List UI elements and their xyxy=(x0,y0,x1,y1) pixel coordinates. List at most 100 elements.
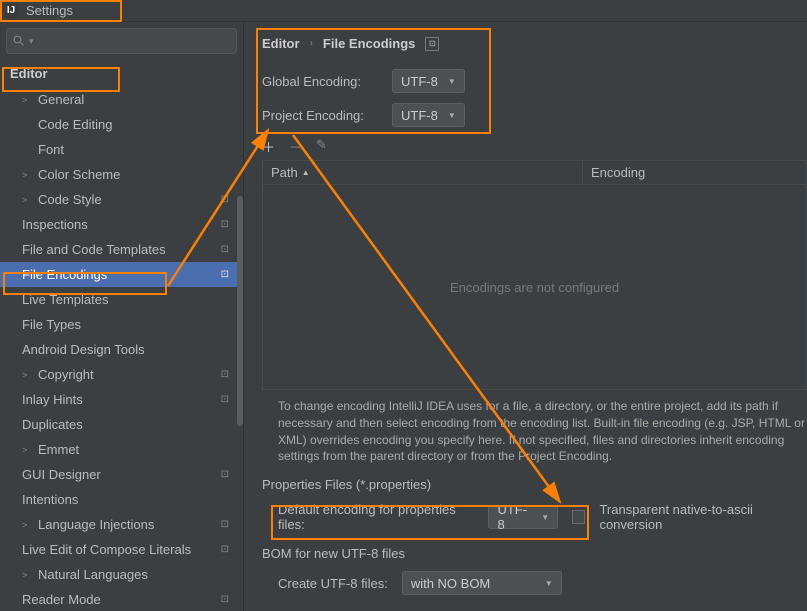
tree-item[interactable]: File and Code Templates ⊡ xyxy=(0,237,239,262)
breadcrumb-root[interactable]: Editor xyxy=(262,36,300,51)
tree-item[interactable]: File Types xyxy=(0,312,239,337)
tree-item[interactable]: Reader Mode ⊡ xyxy=(0,587,239,611)
encodings-table: Path ▲ Encoding Encodings are not config… xyxy=(262,160,807,390)
tree-item-label: Inlay Hints xyxy=(22,392,83,407)
project-encoding-dropdown[interactable]: UTF-8 ▼ xyxy=(392,103,465,127)
table-toolbar: ＋ － ✎ xyxy=(262,137,807,156)
tree-item-label: Emmet xyxy=(38,442,79,457)
project-badge-icon: ⊡ xyxy=(221,194,229,205)
bom-create-label: Create UTF-8 files: xyxy=(278,576,388,591)
tree-item-label: Copyright xyxy=(38,367,94,382)
chevron-right-icon: > xyxy=(22,445,27,455)
project-badge-icon: ⊡ xyxy=(221,544,229,555)
tree-item-label: Android Design Tools xyxy=(22,342,145,357)
tree-item-label: Live Templates xyxy=(22,292,108,307)
tree-item-label: Language Injections xyxy=(38,517,154,532)
project-badge-icon: ⊡ xyxy=(221,244,229,255)
properties-encoding-dropdown[interactable]: UTF-8 ▼ xyxy=(488,505,558,529)
tree-item-label: Duplicates xyxy=(22,417,83,432)
tree-item[interactable]: Intentions xyxy=(0,487,239,512)
breadcrumb: Editor › File Encodings ⊡ xyxy=(262,36,807,51)
project-encoding-label: Project Encoding: xyxy=(262,108,392,123)
settings-tree: Editor > General Code Editing Font > Color Sc… xyxy=(0,60,243,611)
bom-dropdown[interactable]: with NO BOM ▼ xyxy=(402,571,562,595)
global-encoding-label: Global Encoding: xyxy=(262,74,392,89)
project-badge-icon: ⊡ xyxy=(221,469,229,480)
tree-item[interactable]: > Emmet xyxy=(0,437,239,462)
properties-default-label: Default encoding for properties files: xyxy=(278,502,474,532)
tree-item-label: File and Code Templates xyxy=(22,242,166,257)
tree-item[interactable]: >Natural Languages xyxy=(0,562,239,587)
project-badge-icon: ⊡ xyxy=(221,219,229,230)
tree-item[interactable]: File Encodings ⊡ xyxy=(0,262,239,287)
reset-icon[interactable]: ⊡ xyxy=(425,37,439,51)
tree-item[interactable]: GUI Designer ⊡ xyxy=(0,462,239,487)
chevron-down-icon: ▼ xyxy=(448,77,456,86)
project-badge-icon: ⊡ xyxy=(221,594,229,605)
edit-icon: ✎ xyxy=(316,137,327,156)
sidebar-scrollbar[interactable] xyxy=(237,196,243,426)
tree-item-label: File Encodings xyxy=(22,267,107,282)
column-path[interactable]: Path ▲ xyxy=(263,161,583,184)
tree-item[interactable]: Live Templates xyxy=(0,287,239,312)
search-input[interactable]: ▾ xyxy=(6,28,237,54)
tree-item-label: Reader Mode xyxy=(22,592,101,607)
tree-item-label: Code Editing xyxy=(38,117,112,132)
tree-item[interactable]: > Code Style ⊡ xyxy=(0,187,239,212)
bom-value: with NO BOM xyxy=(411,576,490,591)
tree-item[interactable]: Inspections ⊡ xyxy=(0,212,239,237)
search-icon xyxy=(13,35,25,47)
tree-item[interactable]: > Color Scheme xyxy=(0,162,239,187)
transparent-label: Transparent native-to-ascii conversion xyxy=(599,502,807,532)
add-icon[interactable]: ＋ xyxy=(262,137,275,156)
transparent-checkbox[interactable] xyxy=(572,510,585,524)
chevron-right-icon: > xyxy=(22,370,27,380)
global-encoding-dropdown[interactable]: UTF-8 ▼ xyxy=(392,69,465,93)
sort-asc-icon: ▲ xyxy=(302,168,310,177)
chevron-right-icon: > xyxy=(22,195,27,205)
tree-item[interactable]: Live Edit of Compose Literals ⊡ xyxy=(0,537,239,562)
remove-icon: － xyxy=(289,137,302,156)
bom-section-label: BOM for new UTF-8 files xyxy=(262,546,807,561)
tree-item-label: Font xyxy=(38,142,64,157)
chevron-down-icon: ▼ xyxy=(545,579,553,588)
titlebar: IJ Settings xyxy=(0,0,807,22)
tree-item-label: General xyxy=(38,92,84,107)
tree-item[interactable]: Code Editing xyxy=(0,112,239,137)
global-encoding-value: UTF-8 xyxy=(401,74,438,89)
properties-encoding-value: UTF-8 xyxy=(497,502,531,532)
tree-item[interactable]: Inlay Hints ⊡ xyxy=(0,387,239,412)
table-empty-text: Encodings are not configured xyxy=(263,185,806,389)
tree-item[interactable]: > General xyxy=(0,87,239,112)
app-icon: IJ xyxy=(4,4,18,18)
tree-item[interactable]: Font xyxy=(0,137,239,162)
tree-item-label: Color Scheme xyxy=(38,167,120,182)
chevron-right-icon: > xyxy=(22,170,27,180)
search-chevron-icon: ▾ xyxy=(29,36,34,47)
chevron-down-icon: ▼ xyxy=(541,513,549,522)
project-badge-icon: ⊡ xyxy=(221,519,229,530)
tree-item[interactable]: > Copyright ⊡ xyxy=(0,362,239,387)
tree-item[interactable]: > Language Injections ⊡ xyxy=(0,512,239,537)
tree-item-label: Code Style xyxy=(38,192,102,207)
tree-item[interactable]: Duplicates xyxy=(0,412,239,437)
tree-item[interactable]: Android Design Tools xyxy=(0,337,239,362)
chevron-down-icon: ▼ xyxy=(448,111,456,120)
tree-section-header[interactable]: Editor xyxy=(0,60,239,87)
project-badge-icon: ⊡ xyxy=(221,269,229,280)
tree-item-label: GUI Designer xyxy=(22,467,101,482)
project-badge-icon: ⊡ xyxy=(221,369,229,380)
properties-section-label: Properties Files (*.properties) xyxy=(262,477,807,492)
tree-item-label: Live Edit of Compose Literals xyxy=(22,542,191,557)
help-text: To change encoding IntelliJ IDEA uses fo… xyxy=(278,398,807,465)
tree-item-label: Inspections xyxy=(22,217,88,232)
tree-item-label: Intentions xyxy=(22,492,78,507)
chevron-right-icon: > xyxy=(22,570,27,580)
breadcrumb-leaf: File Encodings xyxy=(323,36,415,51)
project-badge-icon: ⊡ xyxy=(221,394,229,405)
window-title: Settings xyxy=(26,3,73,18)
column-encoding[interactable]: Encoding xyxy=(583,161,653,184)
chevron-right-icon: > xyxy=(22,520,27,530)
chevron-right-icon: > xyxy=(22,95,27,105)
chevron-right-icon: › xyxy=(310,38,313,49)
